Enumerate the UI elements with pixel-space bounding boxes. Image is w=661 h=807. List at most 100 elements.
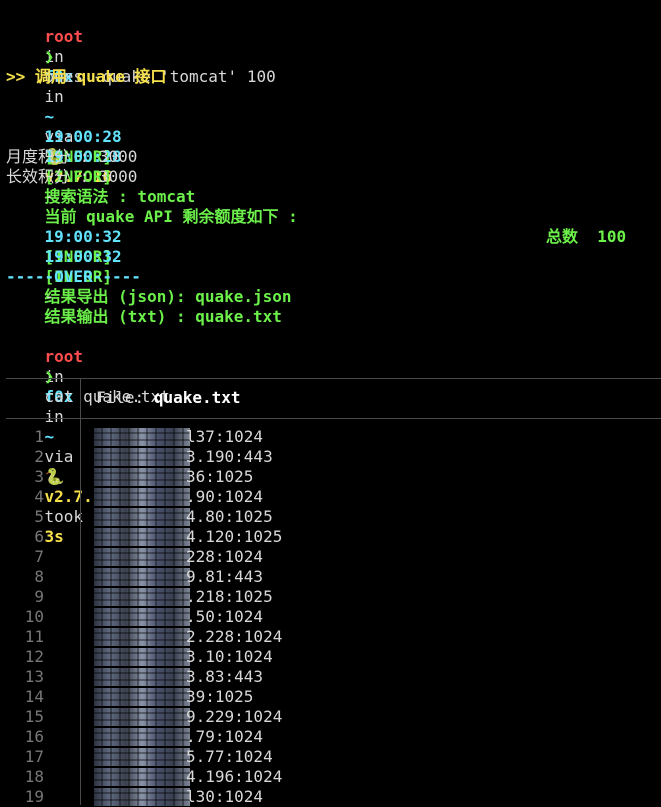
redacted-ip-mosaic — [94, 748, 190, 766]
line-number: 12 — [24, 647, 44, 666]
command-line: ❯ cat quake.txt — [6, 347, 170, 406]
line-number: 8 — [34, 567, 44, 586]
prompt-arrow-icon: ❯ — [44, 367, 55, 386]
ip-port-text: .79:1024 — [186, 727, 264, 746]
redacted-ip-mosaic — [94, 428, 190, 446]
log-time: 19:00:32 — [44, 247, 122, 266]
prompt-in: in — [44, 407, 64, 426]
ip-port-text: 3.10:1024 — [186, 647, 273, 666]
line-number: 16 — [24, 727, 44, 746]
ip-port-text: 9.81:443 — [186, 567, 264, 586]
ip-port-text: 3.83:443 — [186, 667, 264, 686]
redacted-ip-mosaic — [94, 628, 190, 646]
ip-port-text: 2.228:1024 — [186, 627, 283, 646]
log-line: 19:00:32 [INFOR] - 结果导出 (json): quake.js… — [6, 207, 292, 306]
ip-port-text: .90:1024 — [186, 487, 264, 506]
log-sep: - — [44, 187, 55, 206]
redacted-ip-mosaic — [94, 768, 190, 786]
file-name: quake.txt — [153, 388, 241, 407]
ip-port-text: 4.80:1025 — [186, 507, 273, 526]
redacted-ip-mosaic — [94, 608, 190, 626]
log-line: 19:00:28 [INFOR] - 搜索语法 : tomcat — [6, 107, 196, 206]
redacted-ip-mosaic — [94, 668, 190, 686]
table-row: 11 2.228:1024 — [0, 627, 661, 647]
table-row: 15 9.229:1024 — [0, 707, 661, 727]
command-line: ❯ ones -quake 'tomcat' 100 — [6, 27, 276, 86]
redacted-ip-mosaic — [94, 528, 190, 546]
redacted-ip-mosaic — [94, 648, 190, 666]
ip-port-text: 9.229:1024 — [186, 707, 283, 726]
file-header-label: File: — [96, 388, 145, 407]
log-message: 搜索语法 : tomcat — [44, 187, 196, 206]
table-row: 8 9.81:443 — [0, 567, 661, 587]
line-number: 2 — [34, 447, 44, 466]
prompt-line: root in f0x in ~ via 🐍 v2.7.16 took 3s — [6, 327, 112, 546]
quota-line: 长效积分 : 3000 — [6, 167, 138, 186]
line-number: 1 — [34, 427, 44, 446]
ip-port-text: 5.77:1024 — [186, 747, 273, 766]
ip-port-text: 36:1025 — [186, 467, 254, 486]
table-row: 1 l37:1024 — [0, 427, 661, 447]
redacted-ip-mosaic — [94, 488, 190, 506]
line-number: 13 — [24, 667, 44, 686]
log-sep: - — [44, 287, 55, 306]
table-row: 2 3.190:443 — [0, 447, 661, 467]
line-number: 18 — [24, 767, 44, 786]
table-row: 9 .218:1025 — [0, 587, 661, 607]
log-message: 结果输出 (txt) : quake.txt — [44, 307, 282, 326]
ip-port-text: .50:1024 — [186, 607, 264, 626]
line-number: 6 — [34, 527, 44, 546]
ip-port-text: l30:1024 — [186, 787, 264, 806]
file-content[interactable]: 1 l37:1024 2 3.190:443 3 36:1025 4 .90:1024 5 4.8… — [0, 427, 661, 807]
table-row: 13 3.83:443 — [0, 667, 661, 687]
line-number: 7 — [34, 547, 44, 566]
log-message: 结果导出 (json): quake.json — [44, 287, 292, 306]
table-row: 3 36:1025 — [0, 467, 661, 487]
file-view-header-rule — [6, 418, 661, 419]
log-line: 19:00:32 [INFOR] - 结果输出 (txt) : quake.tx… — [6, 227, 282, 326]
quota-line: 月度积分 : 3000 — [6, 147, 138, 166]
file-header: File: quake.txt — [96, 388, 241, 408]
redacted-ip-mosaic — [94, 788, 190, 806]
line-number: 3 — [34, 467, 44, 486]
table-row: 6 4.120:1025 — [0, 527, 661, 547]
line-number: 11 — [24, 627, 44, 646]
ip-port-text: 228:1024 — [186, 547, 264, 566]
redacted-ip-mosaic — [94, 468, 190, 486]
line-number: 5 — [34, 507, 44, 526]
ip-port-text: .218:1025 — [186, 587, 273, 606]
table-row: 5 4.80:1025 — [0, 507, 661, 527]
ip-port-text: l37:1024 — [186, 427, 264, 446]
table-row: 18 4.196:1024 — [0, 767, 661, 787]
line-number: 19 — [24, 787, 44, 806]
table-row: 14 39:1025 — [0, 687, 661, 707]
total-count: 总数 100 — [546, 227, 627, 246]
redacted-ip-mosaic — [94, 508, 190, 526]
table-row: 12 3.10:1024 — [0, 647, 661, 667]
terminal-window[interactable]: root in f0x in ~ via 🐍 v2.7.16 ❯ ones -q… — [0, 0, 661, 807]
ip-port-text: 4.196:1024 — [186, 767, 283, 786]
file-view-top-rule — [6, 378, 661, 379]
redacted-ip-mosaic — [94, 688, 190, 706]
over-marker: -----OVER----- — [6, 267, 141, 286]
line-number: 17 — [24, 747, 44, 766]
redacted-ip-mosaic — [94, 728, 190, 746]
line-number: 4 — [34, 487, 44, 506]
table-row: 17 5.77:1024 — [0, 747, 661, 767]
prompt-in: in — [44, 87, 64, 106]
table-row: 7 228:1024 — [0, 547, 661, 567]
ip-port-text: 3.190:443 — [186, 447, 273, 466]
table-row: 16 .79:1024 — [0, 727, 661, 747]
api-header: >> 调用 quake 接口 — [6, 67, 167, 86]
prompt-line: root in f0x in ~ via 🐍 v2.7.16 — [6, 7, 112, 186]
redacted-ip-mosaic — [94, 588, 190, 606]
line-number: 9 — [34, 587, 44, 606]
redacted-ip-mosaic — [94, 548, 190, 566]
table-row: 10 .50:1024 — [0, 607, 661, 627]
log-line: 19:00:28 [INFOR] - 当前 quake API 剩余额度如下 : — [6, 127, 298, 226]
redacted-ip-mosaic — [94, 708, 190, 726]
line-number: 15 — [24, 707, 44, 726]
table-row: 19 l30:1024 — [0, 787, 661, 807]
prompt-arrow-icon: ❯ — [44, 47, 55, 66]
redacted-ip-mosaic — [94, 568, 190, 586]
